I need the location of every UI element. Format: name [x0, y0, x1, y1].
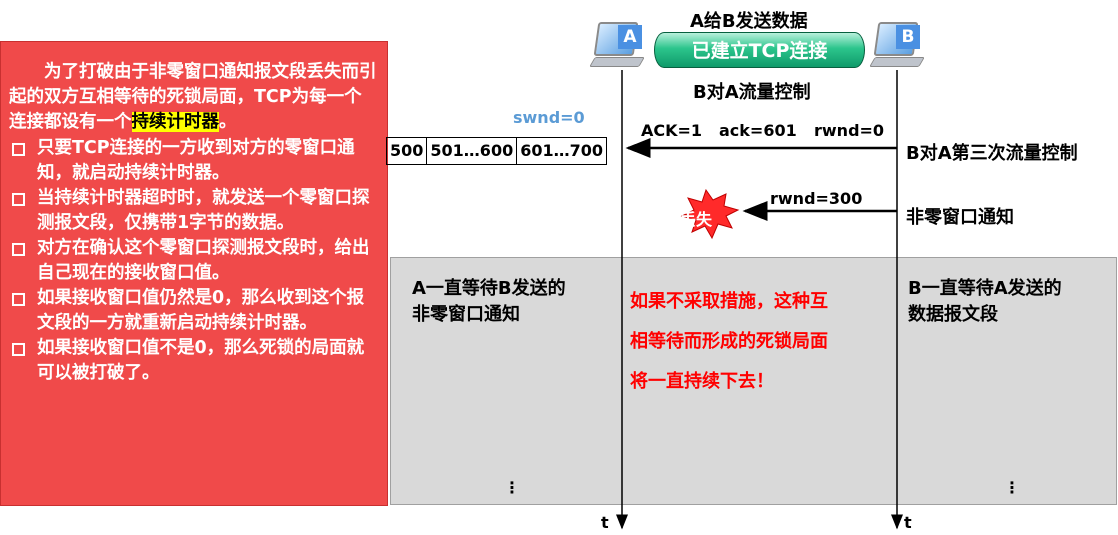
buffer-cell: 501…600: [427, 138, 518, 164]
host-a-badge: A: [618, 25, 642, 49]
buffer-cell: 500: [387, 138, 428, 164]
laptop-base: [589, 57, 645, 67]
host-b-badge: B: [896, 25, 920, 49]
ack-flag-label: ACK=1: [641, 121, 703, 140]
rwnd-zero-label: rwnd=0: [814, 121, 885, 140]
lost-label: 丢失: [680, 210, 713, 229]
time-axis-label-a: t: [601, 513, 609, 532]
connection-label: 已建立TCP连接: [691, 40, 828, 62]
timeline-diagram: [616, 70, 903, 530]
send-title: A给B发送数据: [690, 11, 808, 32]
nonzero-window-notice-label: 非零窗口通知: [906, 207, 1014, 228]
flow-control-label: B对A流量控制: [693, 82, 811, 103]
swnd-label: swnd=0: [513, 108, 585, 127]
third-flow-control-label: B对A第三次流量控制: [906, 143, 1078, 164]
buffer-cell: 601…700: [520, 141, 603, 160]
laptop-base: [869, 57, 925, 67]
send-buffer: 500 501…600 601…700: [386, 137, 607, 165]
ack-number-label: ack=601: [719, 121, 797, 140]
rwnd-300-label: rwnd=300: [770, 189, 863, 208]
time-axis-label-b: t: [904, 513, 912, 532]
